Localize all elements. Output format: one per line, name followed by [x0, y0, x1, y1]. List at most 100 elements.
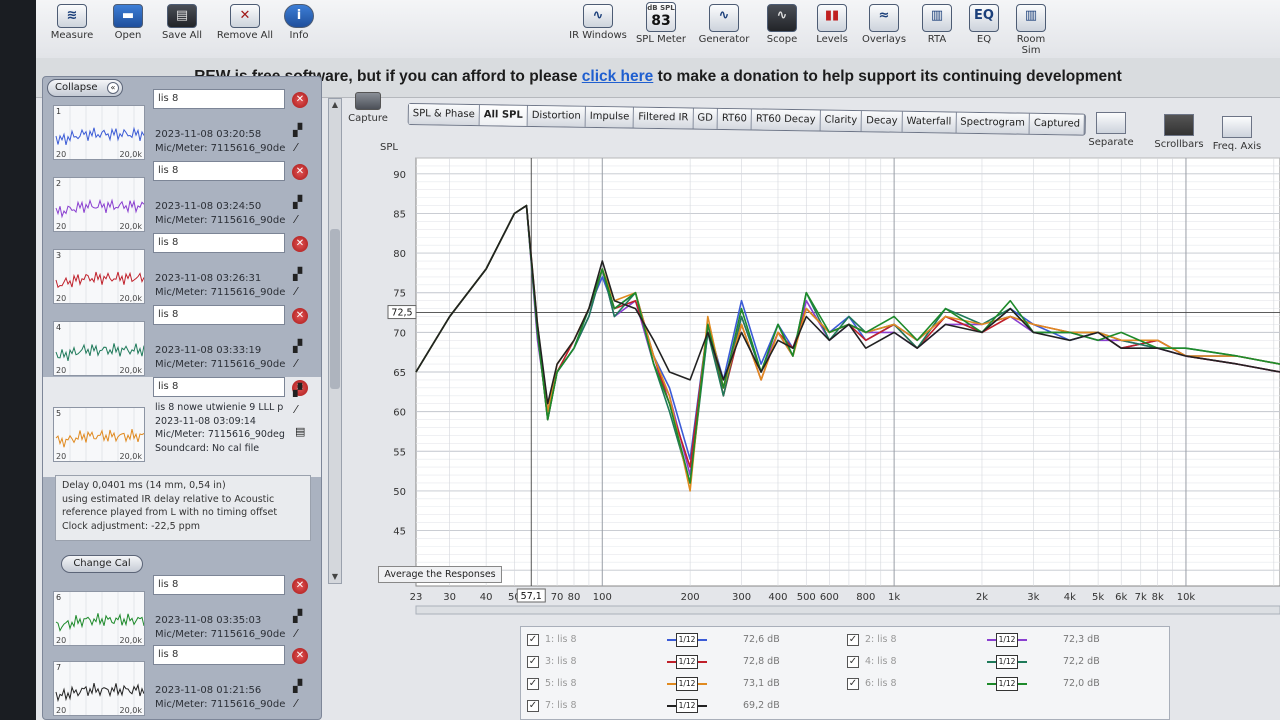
trace-visibility-checkbox[interactable]: ✓ [847, 656, 859, 668]
capture-button[interactable]: Capture [348, 92, 388, 124]
scope-button[interactable]: ∿ Scope [760, 0, 804, 45]
delete-measurement-icon[interactable]: ✕ [292, 164, 308, 180]
eq-measurement-icon[interactable]: ▞ [293, 609, 302, 623]
measurement-mic: Mic/Meter: 7115616_90deg [155, 699, 285, 710]
eq-measurement-icon[interactable]: ▞ [293, 267, 302, 281]
measurement-row[interactable]: lis 8 ✕ 2 20 20,0k 2023-11-08 03:24:50 Mic/Met… [43, 161, 321, 232]
trace-level-value: 72,6 dB [743, 634, 780, 645]
change-cal-button[interactable]: Change Cal [61, 555, 143, 573]
measurement-name-field[interactable]: lis 8 [153, 377, 285, 397]
trace-visibility-checkbox[interactable]: ✓ [527, 656, 539, 668]
room-sim-button[interactable]: ▥ Room Sim [1006, 0, 1056, 56]
measurement-name-field[interactable]: lis 8 [153, 305, 285, 325]
edit-pencil-icon[interactable]: ⁄ [295, 697, 297, 710]
delete-measurement-icon[interactable]: ✕ [292, 578, 308, 594]
measurements-scrollbar[interactable]: ▲ ▼ [328, 98, 342, 584]
trace-visibility-checkbox[interactable]: ✓ [847, 634, 859, 646]
delete-measurement-icon[interactable]: ✕ [292, 308, 308, 324]
tab-spectrogram[interactable]: Spectrogram [956, 112, 1031, 134]
trace-smoothing-swatch[interactable]: 1/12 [667, 633, 707, 647]
levels-button[interactable]: ▮▮ Levels [812, 0, 852, 45]
measurement-row[interactable]: lis 8 ✕ 3 20 20,0k 2023-11-08 03:26:31 Mic/Met… [43, 233, 321, 304]
x-tick-label: 1k [888, 592, 900, 603]
measurement-name-field[interactable]: lis 8 [153, 233, 285, 253]
measurement-thumbnail[interactable]: 5 20 20,0k [53, 407, 145, 462]
measure-button[interactable]: ≋ Measure [50, 0, 94, 41]
measurement-thumbnail[interactable]: 6 20 20,0k [53, 591, 145, 646]
scroll-up-icon[interactable]: ▲ [329, 99, 341, 111]
horizontal-scrollbar[interactable] [415, 605, 1280, 615]
tab-all-spl[interactable]: All SPL [479, 105, 528, 126]
open-button[interactable]: ▬ Open [110, 0, 146, 41]
tab-captured[interactable]: Captured [1029, 113, 1086, 135]
scrollbar-thumb[interactable] [330, 229, 340, 389]
tab-rt60-decay[interactable]: RT60 Decay [751, 109, 821, 131]
delete-measurement-icon[interactable]: ✕ [292, 648, 308, 664]
edit-pencil-icon[interactable]: ⁄ [295, 403, 297, 416]
eq-measurement-icon[interactable]: ▞ [293, 195, 302, 209]
measurement-thumbnail[interactable]: 2 20 20,0k [53, 177, 145, 232]
measurement-thumbnail[interactable]: 4 20 20,0k [53, 321, 145, 376]
measurement-thumbnail[interactable]: 3 20 20,0k [53, 249, 145, 304]
delete-measurement-icon[interactable]: ✕ [292, 236, 308, 252]
notes-icon[interactable]: ▤ [295, 425, 305, 438]
tab-distortion[interactable]: Distortion [527, 105, 586, 127]
trace-visibility-checkbox[interactable]: ✓ [527, 678, 539, 690]
eq-measurement-icon[interactable]: ▞ [293, 679, 302, 693]
rta-button[interactable]: ▥ RTA [918, 0, 956, 45]
tab-rt60[interactable]: RT60 [717, 108, 753, 130]
legend-entry: ✓ 1: lis 8 1/12 72,6 dB [527, 631, 827, 651]
measurement-name-field[interactable]: lis 8 [153, 89, 285, 109]
measurement-row[interactable]: lis 8 ✕ 4 20 20,0k 2023-11-08 03:33:19 Mic/Met… [43, 305, 321, 376]
measurement-row[interactable]: lis 8 ✕ 5 20 20,0k lis 8 nowe utwienie 9 LLL … [43, 377, 321, 477]
tab-waterfall[interactable]: Waterfall [902, 111, 957, 133]
trace-smoothing-swatch[interactable]: 1/12 [667, 699, 707, 713]
smoothing-label: 1/12 [676, 633, 698, 647]
scroll-down-icon[interactable]: ▼ [329, 571, 341, 583]
info-button[interactable]: i Info [282, 0, 316, 41]
tab-clarity[interactable]: Clarity [820, 110, 863, 132]
overlays-button[interactable]: ≈ Overlays [858, 0, 910, 45]
tab-impulse[interactable]: Impulse [585, 106, 635, 128]
measurement-name-field[interactable]: lis 8 [153, 575, 285, 595]
edit-pencil-icon[interactable]: ⁄ [295, 141, 297, 154]
measurement-name-field[interactable]: lis 8 [153, 645, 285, 665]
eq-measurement-icon[interactable]: ▞ [293, 123, 302, 137]
x-tick-label: 6k [1115, 592, 1127, 603]
delete-measurement-icon[interactable]: ✕ [292, 92, 308, 108]
spl-meter-button[interactable]: dB SPL 83 SPL Meter [634, 0, 688, 45]
measurement-row[interactable]: lis 8 ✕ 1 20 20,0k 2023-11-08 03:20:58 Mic/Met… [43, 89, 321, 160]
x-tick-label: 8k [1152, 592, 1164, 603]
tab-decay[interactable]: Decay [862, 111, 903, 132]
tab-spl-phase[interactable]: SPL & Phase [408, 104, 480, 126]
edit-pencil-icon[interactable]: ⁄ [295, 627, 297, 640]
measurement-thumbnail[interactable]: 1 20 20,0k [53, 105, 145, 160]
trace-smoothing-swatch[interactable]: 1/12 [667, 677, 707, 691]
freq-axis-icon [1222, 116, 1252, 138]
trace-visibility-checkbox[interactable]: ✓ [527, 700, 539, 712]
edit-pencil-icon[interactable]: ⁄ [295, 357, 297, 370]
trace-smoothing-swatch[interactable]: 1/12 [987, 655, 1027, 669]
measurement-row[interactable]: lis 8 ✕ 7 20 20,0k 2023-11-08 01:21:56 Mic/Met… [43, 645, 321, 716]
edit-pencil-icon[interactable]: ⁄ [295, 213, 297, 226]
edit-pencil-icon[interactable]: ⁄ [295, 285, 297, 298]
ir-windows-button[interactable]: ∿ IR Windows [568, 0, 628, 41]
trace-smoothing-swatch[interactable]: 1/12 [667, 655, 707, 669]
donate-link[interactable]: click here [582, 68, 654, 85]
trace-visibility-checkbox[interactable]: ✓ [527, 634, 539, 646]
remove-all-button[interactable]: ✕ Remove All [216, 0, 274, 41]
eq-button[interactable]: EQ EQ [964, 0, 1004, 45]
eq-measurement-icon[interactable]: ▞ [293, 339, 302, 353]
measurement-name-field[interactable]: lis 8 [153, 161, 285, 181]
trace-smoothing-swatch[interactable]: 1/12 [987, 633, 1027, 647]
measurement-thumbnail[interactable]: 7 20 20,0k [53, 661, 145, 716]
trace-smoothing-swatch[interactable]: 1/12 [987, 677, 1027, 691]
generator-button[interactable]: ∿ Generator [698, 0, 750, 45]
measurement-row[interactable]: lis 8 ✕ 6 20 20,0k 2023-11-08 03:35:03 Mic/Met… [43, 575, 321, 646]
tab-gd[interactable]: GD [693, 108, 719, 129]
save-all-button[interactable]: ▤ Save All [158, 0, 206, 41]
trace-visibility-checkbox[interactable]: ✓ [847, 678, 859, 690]
tab-filtered-ir[interactable]: Filtered IR [634, 107, 694, 129]
eq-measurement-icon[interactable]: ▞ [293, 383, 302, 397]
average-responses-button[interactable]: Average the Responses [378, 566, 502, 583]
